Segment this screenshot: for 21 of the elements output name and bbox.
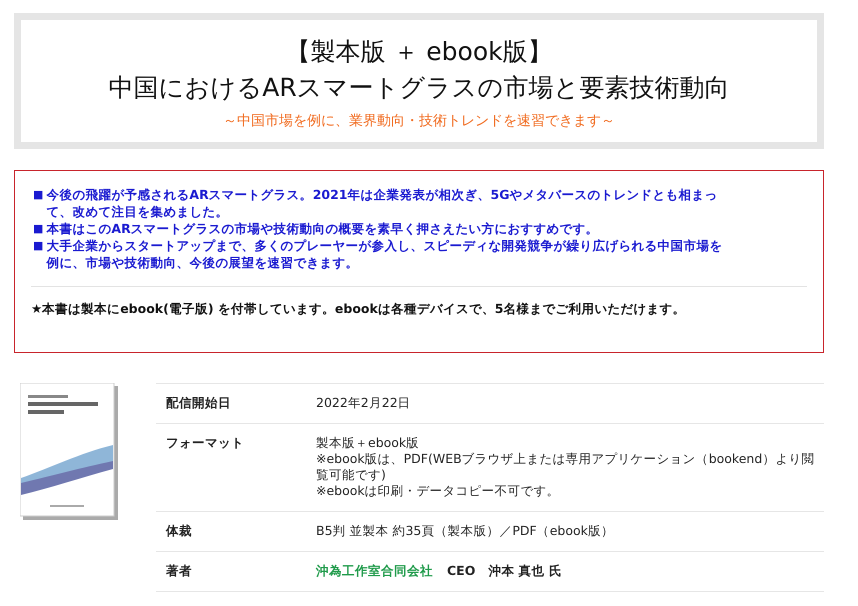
- page-title: 中国におけるARスマートグラスの市場と要素技術動向: [108, 72, 730, 104]
- detail-label: 配信開始日: [166, 395, 232, 411]
- author-name: CEO 沖本 真也 氏: [447, 563, 562, 578]
- detail-label: フォーマット: [166, 435, 245, 452]
- detail-value: ※ebookは印刷・データコピー不可です。: [316, 483, 561, 499]
- bullet-marker: ■: [33, 221, 44, 237]
- ebook-note: ★本書は製本にebook(電子版) を付帯しています。ebookは各種デバイスで、5名様までご利用いただけます。: [31, 301, 687, 318]
- detail-value: 製本版＋ebook版: [316, 435, 420, 451]
- detail-value: ※ebook版は、PDF(WEBブラウザ上または専用アプリケーション（bookend）より閲覧可能です): [316, 451, 816, 483]
- author-company: 沖為工作室合同会社: [316, 563, 433, 578]
- bullet-marker: ■: [33, 238, 44, 254]
- bullet-text: 大手企業からスタートアップまで、多くのプレーヤーが参入し、スピーディな開発競争が繰り広げられる中国市場を例に、市場や技術動向、今後の展望を速習できます。: [46, 237, 724, 271]
- subtitle: ～中国市場を例に、業界動向・技術トレンドを速習できます～: [223, 112, 615, 130]
- detail-value: 2022年2月22日: [316, 395, 412, 411]
- bullet-marker: ■: [33, 187, 44, 203]
- bullet-text: 本書はこのARスマートグラスの市場や技術動向の概要を素早く押さえたい方におすすめです。: [46, 220, 599, 237]
- detail-label: 著者: [166, 563, 193, 579]
- bullet-text: 今後の飛躍が予感されるARスマートグラス。2021年は企業発表が相次ぎ、5Gやメタバースのトレンドとも相まって、改めて注目を集めました。: [46, 186, 718, 220]
- page-title: 【製本版 ＋ ebook版】: [285, 36, 553, 68]
- detail-value: B5判 並製本 約35頁（製本版）／PDF（ebook版）: [316, 523, 615, 539]
- detail-label: 体裁: [166, 523, 193, 539]
